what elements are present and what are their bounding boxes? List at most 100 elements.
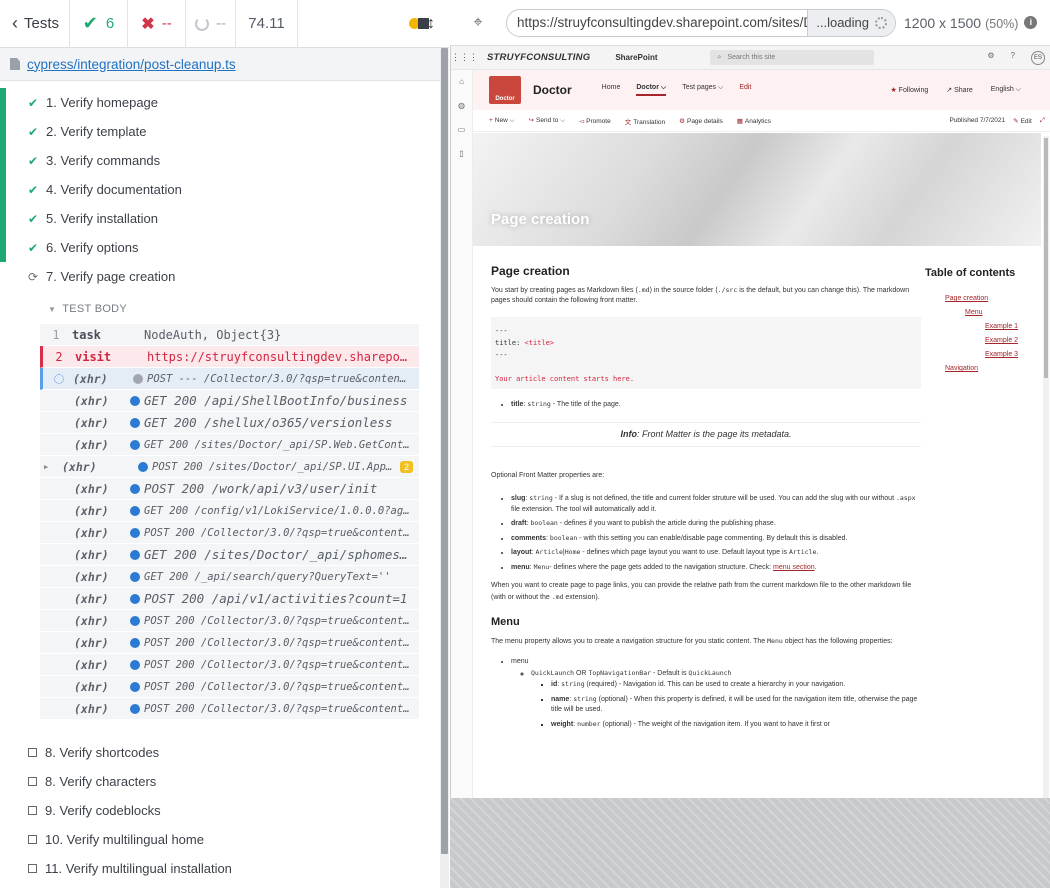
analytics-button[interactable]: ▦ Analytics	[737, 117, 771, 125]
expand-icon[interactable]: ⤢	[1040, 117, 1045, 125]
xhr-row[interactable]: (xhr) GET 200 /api/ShellBootInfo/business	[40, 390, 419, 412]
xhr-row-group[interactable]: ▶ (xhr) POST 200 /sites/Doctor/_api/SP.UI.…	[40, 456, 419, 478]
xhr-row[interactable]: (xhr) POST 200 /Collector/3.0/?qsp=true&c…	[40, 676, 419, 698]
inline-code: .md	[551, 592, 564, 601]
xhr-row[interactable]: (xhr) GET 200 /shellux/o365/versionless	[40, 412, 419, 434]
code-text: title:	[495, 338, 525, 347]
test-title: 5. Verify installation	[46, 211, 159, 226]
xhr-row[interactable]: (xhr) POST 200 /work/api/v3/user/init	[40, 478, 419, 500]
list-item: menu QuickLaunch OR TopNavigationBar - D…	[511, 657, 921, 730]
inline-code: QuickLaunch	[688, 668, 732, 677]
settings-icon[interactable]: ⚙	[987, 51, 994, 65]
xhr-row[interactable]: (xhr) GET 200 /sites/Doctor/_api/sphomese…	[40, 544, 419, 566]
xhr-row[interactable]: (xhr) POST 200 /Collector/3.0/?qsp=true&c…	[40, 654, 419, 676]
test-item[interactable]: ✔ 1. Verify homepage	[0, 88, 440, 117]
xhr-row[interactable]: (xhr) GET 200 /_api/search/query?QueryTex…	[40, 566, 419, 588]
test-body-header[interactable]: ▼ TEST BODY	[40, 300, 419, 318]
links-paragraph: When you want to create page to page lin…	[491, 581, 921, 603]
xhr-row[interactable]: (xhr) POST 200 /Collector/3.0/?qsp=true&c…	[40, 610, 419, 632]
text: ) in the source folder (	[649, 286, 718, 294]
brand-logo[interactable]: STRUYFCONSULTING	[487, 52, 590, 63]
follow-button[interactable]: ★ Following	[890, 86, 928, 94]
page-scrollbar-thumb[interactable]	[1044, 138, 1048, 378]
nav-home[interactable]: Home	[602, 84, 621, 96]
checkbox-icon	[28, 835, 37, 844]
menu-paragraph: The menu property allows you to create a…	[491, 636, 921, 648]
site-title[interactable]: Doctor	[533, 83, 572, 97]
edit-page-button[interactable]: ✎ Edit	[1013, 117, 1032, 125]
command-row[interactable]: 1 task NodeAuth, Object{3}	[40, 324, 419, 346]
xhr-row[interactable]: (xhr) POST 200 /Collector/3.0/?qsp=true&c…	[40, 698, 419, 720]
reporter-scrollbar-thumb[interactable]	[441, 48, 448, 854]
test-item[interactable]: ✔ 4. Verify documentation	[0, 175, 440, 204]
xhr-row[interactable]: (xhr) POST --- /Collector/3.0/?qsp=true&c…	[40, 368, 419, 390]
toc-link[interactable]: Page creation	[945, 294, 1025, 304]
xhr-label: (xhr)	[74, 635, 109, 650]
inline-code: .aspx	[895, 494, 916, 502]
heading-page-creation: Page creation	[491, 264, 570, 278]
selector-playground-button[interactable]: ⌖	[450, 0, 506, 46]
test-item[interactable]: ✔ 2. Verify template	[0, 117, 440, 146]
home-icon[interactable]: ⌂	[451, 70, 472, 94]
translation-button[interactable]: 文 Translation	[625, 116, 665, 126]
xhr-row[interactable]: (xhr) POST 200 /Collector/3.0/?qsp=true&c…	[40, 632, 419, 654]
app-name[interactable]: SharePoint	[615, 53, 657, 62]
document-icon[interactable]: ▯	[451, 142, 472, 166]
toc-link[interactable]: Example 2	[985, 336, 1021, 346]
share-label: Share	[954, 87, 973, 94]
language-selector[interactable]: English ⌵	[991, 86, 1021, 94]
share-button[interactable]: ↗ Share	[946, 86, 973, 94]
nav-doctor[interactable]: Doctor ⌵	[636, 84, 667, 96]
avatar[interactable]: ES	[1031, 51, 1045, 65]
promote-button[interactable]: ◅ Promote	[579, 117, 611, 125]
xhr-row[interactable]: (xhr) POST 200 /Collector/3.0/?qsp=true&c…	[40, 522, 419, 544]
test-item[interactable]: ✔ 3. Verify commands	[0, 146, 440, 175]
toc-link[interactable]: Example 1	[985, 322, 1021, 332]
test-item[interactable]: ✔ 6. Verify options	[0, 233, 440, 262]
help-icon[interactable]: ?	[1011, 51, 1015, 65]
command-row-visit[interactable]: 2 visit https://struyfconsultingdev.sharep…	[40, 346, 419, 368]
status-dot-icon	[130, 395, 140, 406]
send-to-button[interactable]: ↪ Send to ⌵	[529, 116, 566, 125]
url-bar[interactable]: https://struyfconsultingdev.sharepoint.c…	[506, 8, 896, 37]
app-under-test-frame: ⋮⋮⋮ STRUYFCONSULTING SharePoint ⌕ Search …	[450, 46, 1050, 798]
new-button[interactable]: + New ⌵	[489, 117, 515, 125]
site-logo[interactable]: Doctor	[489, 76, 521, 104]
app-launcher-icon[interactable]: ⋮⋮⋮	[451, 52, 478, 63]
intro-paragraph: You start by creating pages as Markdown …	[491, 285, 921, 307]
info-icon[interactable]: i	[1024, 16, 1038, 29]
xhr-label: (xhr)	[74, 481, 109, 496]
toc-link[interactable]: Menu	[965, 308, 1025, 318]
test-item[interactable]: 8. Verify characters	[0, 767, 440, 796]
tests-button[interactable]: ‹ Tests	[0, 0, 70, 48]
xhr-row[interactable]: (xhr) GET 200 /sites/Doctor/_api/SP.Web.G…	[40, 434, 419, 456]
menu-section-link[interactable]: menu section	[773, 564, 815, 571]
spec-path-link[interactable]: cypress/integration/post-cleanup.ts	[27, 57, 236, 72]
toc-link[interactable]: Example 3	[985, 350, 1021, 360]
inline-code: .md	[637, 285, 650, 294]
xhr-row[interactable]: (xhr) GET 200 /config/v1/LokiService/1.0.…	[40, 500, 419, 522]
nav-test-pages[interactable]: Test pages ⌵	[682, 84, 723, 96]
toc-link[interactable]: Navigation	[945, 364, 1025, 374]
test-item[interactable]: 9. Verify codeblocks	[0, 796, 440, 825]
test-item[interactable]: 10. Verify multilingual home	[0, 825, 440, 854]
nav-edit[interactable]: Edit	[739, 84, 751, 96]
globe-icon[interactable]: ◍	[451, 94, 472, 118]
prop-key: name	[551, 695, 570, 703]
test-item[interactable]: 11. Verify multilingual installation	[0, 854, 440, 883]
text: The menu property allows you to create a…	[491, 637, 768, 645]
code-line: title: <title>	[495, 337, 917, 349]
follow-label: Following	[898, 87, 929, 94]
page-details-button[interactable]: ⚙ Page details	[679, 117, 723, 125]
test-item[interactable]: 8. Verify shortcodes	[0, 738, 440, 767]
stop-button[interactable]	[418, 18, 429, 29]
inline-code: Menu	[533, 562, 550, 571]
test-item[interactable]: ✔ 5. Verify installation	[0, 204, 440, 233]
search-input[interactable]: ⌕ Search this site	[709, 50, 874, 65]
status-bar	[0, 233, 6, 262]
xhr-row[interactable]: (xhr) POST 200 /api/v1/activities?count=1	[40, 588, 419, 610]
news-icon[interactable]: ▭	[451, 118, 472, 142]
list-item: layout: Article|Home - defines which pag…	[511, 547, 921, 559]
status-dot-icon	[130, 637, 140, 648]
test-item-running[interactable]: ⟳ 7. Verify page creation	[0, 262, 440, 291]
